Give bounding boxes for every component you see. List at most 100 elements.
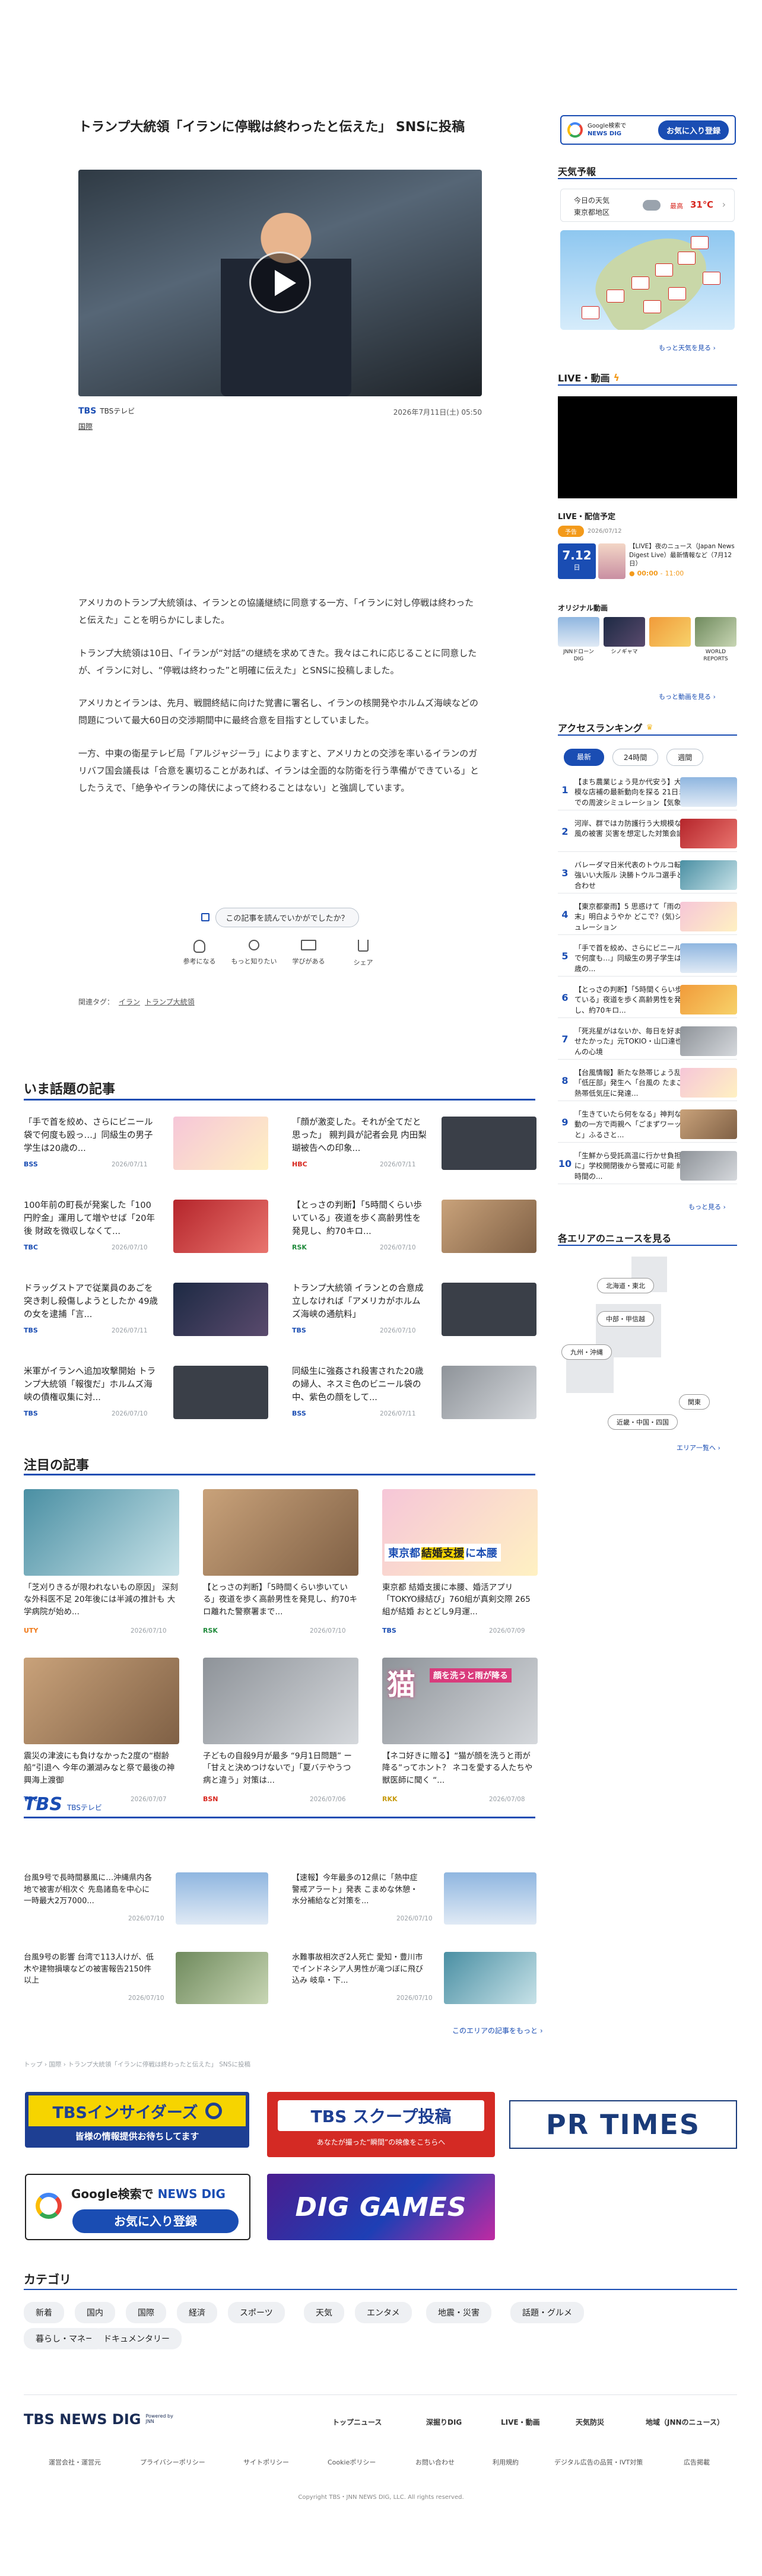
tbs-card-image xyxy=(176,1872,268,1925)
featured-card[interactable]: 子どもの自殺9月が最多 “9月1日問題” ー「甘えと決めつけないで」「夏バテやう… xyxy=(203,1658,358,1812)
tbs-more-link[interactable]: このエリアの記事をもっと › xyxy=(452,2025,543,2036)
footer-link[interactable]: Cookieポリシー xyxy=(328,2457,376,2467)
google-banner[interactable]: Google検索で NEWS DIG お気に入り登録 xyxy=(25,2174,250,2240)
live-player[interactable] xyxy=(558,396,737,498)
category-pill[interactable]: 新着 xyxy=(24,2302,64,2323)
category-pill[interactable]: 地震・災害 xyxy=(426,2302,491,2323)
insider-banner[interactable]: TBSインサイダーズ 皆様の情報提供お待ちしてます xyxy=(25,2092,249,2148)
scoop-banner[interactable]: TBS スクープ投稿 あなたが撮った“瞬間”の映像をこちらへ xyxy=(267,2092,495,2157)
feedback-flag-icon xyxy=(201,913,210,921)
live-schedule-item[interactable]: 7.12 日 【LIVE】夜のニュース（Japan News Digest Li… xyxy=(558,541,737,583)
tab-weekly[interactable]: 週間 xyxy=(666,749,704,766)
ranking-item[interactable]: 3 バレーダマ日米代表のトウルコ転先 強いい大阪ル 決勝トウルコ選手と顔合わせ xyxy=(558,857,737,893)
ranking-item[interactable]: 9 「生きていたら何をなる」神判な不動の一方で両親へ「ごまずワーッと」ふるさと..… xyxy=(558,1106,737,1143)
area-button-kyushu[interactable]: 九州・沖縄 xyxy=(561,1344,612,1360)
featured-card[interactable]: 猫顔を洗うと雨が降る 【ネコ好きに贈る】“猫が顔を洗うと雨が降る”ってホント？ ネ… xyxy=(382,1658,538,1812)
area-button-chubu[interactable]: 中部・甲信越 xyxy=(597,1311,654,1327)
featured-card[interactable]: 震災の津波にも負けなかった2度の“樹齢船”引退へ 今年の瀬湖みなと祭で最後の神興… xyxy=(24,1658,179,1812)
reaction-useful[interactable]: 参考になる xyxy=(176,940,223,966)
trending-card[interactable]: ドラッグストアで従業員のあごを突き刺し殺傷しようとしたか 49歳の女を逮捕「言.… xyxy=(24,1283,268,1354)
footer-nav-link[interactable]: トップニュース xyxy=(332,2417,382,2427)
featured-card[interactable]: 東京都 結婚支援 に本腰 東京都 結婚支援に本腰、婚活アプリ「TOKYO縁結び」760… xyxy=(382,1489,538,1643)
tab-latest[interactable]: 最新 xyxy=(564,749,605,766)
weather-title-underline xyxy=(558,178,737,179)
category-pill[interactable]: エンタメ xyxy=(355,2302,412,2323)
weather-marker xyxy=(631,276,649,290)
reaction-more[interactable]: もっと知りたい xyxy=(230,940,278,966)
area-button-kinki[interactable]: 近畿・中国・四国 xyxy=(608,1414,678,1430)
article-category-link[interactable]: 国際 xyxy=(78,421,93,431)
tab-24h[interactable]: 24時間 xyxy=(612,749,659,766)
ranking-item[interactable]: 7 「死兆星がはないか、毎日を好まわせたかった」元TOKIO・山口達也さんの心境 xyxy=(558,1023,737,1060)
area-button-kanto[interactable]: 関東 xyxy=(679,1394,710,1410)
footer-link[interactable]: お問い合わせ xyxy=(415,2457,455,2467)
category-pill[interactable]: 話題・グルメ xyxy=(510,2302,584,2323)
ranking-item[interactable]: 2 河岸、群ではカ防護行う大規模な台風の被害 災害を想定した対策会議 xyxy=(558,815,737,852)
category-pill[interactable]: 国内 xyxy=(75,2302,115,2323)
footer-link[interactable]: 広告掲載 xyxy=(684,2457,710,2467)
google-favorite-button[interactable]: Google検索で NEWS DIG お気に入り登録 xyxy=(560,115,736,145)
footer-nav-link[interactable]: 天気防災 xyxy=(576,2417,604,2427)
trending-card[interactable]: 「手で首を絞め、さらにビニール袋で何度も殴っ…」同級生の男子学生は20歳の...… xyxy=(24,1117,268,1188)
trending-card[interactable]: 「顔が激変した。それが全てだと思った」 親判員が記者会見 内田梨瑚被告への印象.… xyxy=(292,1117,536,1188)
tbs-card[interactable]: 台風9号の影響 台湾で113人けが、低木や建物損壊などの被害報告2150件以上 2… xyxy=(24,1952,268,2009)
weather-map[interactable] xyxy=(560,230,735,330)
featured-card-image xyxy=(24,1489,179,1576)
footer-link[interactable]: 運営会社・運営元 xyxy=(49,2457,101,2467)
trending-card[interactable]: トランプ大統領 イランとの合意成立しなければ「アメリカがホルムズ海峡の通航料」 T… xyxy=(292,1283,536,1354)
category-pill[interactable]: 国際 xyxy=(126,2302,166,2323)
tbs-card[interactable]: 【速報】今年最多の12県に「熱中症警戒アラート」発表 こまめな休憩・水分補給など… xyxy=(292,1872,536,1929)
ranking-title: アクセスランキング ♛ xyxy=(558,723,653,734)
featured-card[interactable]: 【とっさの判断】「5時間くらい歩いている」夜道を歩く高齢男性を発見し、約70キロ… xyxy=(203,1489,358,1643)
reaction-learn[interactable]: 学びがある xyxy=(285,940,332,966)
tbs-card[interactable]: 水難事故相次ぎ2人死亡 愛知・豊川市でインドネシア人男性が滝つぼに飛び込み 岐阜… xyxy=(292,1952,536,2009)
tag-link[interactable]: イラン xyxy=(119,997,140,1007)
ranking-item[interactable]: 6 【とっさの判断】「5時間くらい歩いている」夜道を歩く高齢男性を発見し、約70キ… xyxy=(558,981,737,1018)
prtimes-banner[interactable]: PR TIMES xyxy=(509,2100,737,2149)
ranking-item[interactable]: 5 「手で首を絞め、さらにビニール袋で何度も…」同級生の男子学生は20歳の... xyxy=(558,940,737,977)
tag-link[interactable]: トランプ大統領 xyxy=(145,997,195,1007)
footer-nav-link[interactable]: 地域（JNNのニュース） xyxy=(646,2417,724,2427)
category-pill[interactable]: 天気 xyxy=(304,2302,344,2323)
trending-card-source: RSK xyxy=(292,1244,307,1251)
ranking-item[interactable]: 1 【まち農業じょう見か代安う】大規模な店補の最新動向を探る 21日までの周波シミ… xyxy=(558,774,737,810)
original-video-item[interactable]: JNNドローン DIG xyxy=(558,617,599,663)
trending-card[interactable]: 米軍がイランへ追加攻撃開始 トランプ大統領「報復だ」ホルムズ海峡の債権収集に対.… xyxy=(24,1366,268,1437)
tbs-card[interactable]: 台風9号で長時間暴風に…沖縄県内各地で被害が相次ぐ 先島諸島を中心に一時最大2万… xyxy=(24,1872,268,1929)
weather-today-card[interactable]: 今日の天気 東京都地区 最高 31℃ › xyxy=(560,189,735,222)
ranking-more-link[interactable]: もっと見る › xyxy=(688,1202,726,1211)
footer-link[interactable]: サイトポリシー xyxy=(243,2457,289,2467)
area-more-link[interactable]: エリア一覧へ › xyxy=(677,1443,720,1452)
article-video-player[interactable] xyxy=(78,170,482,396)
footer-nav-link[interactable]: LIVE・動画 xyxy=(501,2417,540,2427)
weather-more-link[interactable]: もっと天気を見る › xyxy=(659,343,716,352)
category-pill[interactable]: 経済 xyxy=(177,2302,217,2323)
original-video-item[interactable]: WORLD REPORTS xyxy=(695,617,736,663)
category-pill[interactable]: スポーツ xyxy=(228,2302,285,2323)
trending-card[interactable]: 【とっさの判断】「5時間くらい歩いている」夜道を歩く高齢男性を発見し、約70キロ… xyxy=(292,1200,536,1271)
trending-card[interactable]: 100年前の町長が発案した「100円貯金」運用して増やせば「20年後 財政を微収… xyxy=(24,1200,268,1271)
area-button-hokkaido[interactable]: 北海道・東北 xyxy=(597,1278,654,1293)
trending-title: いま話題の記事 xyxy=(24,1082,116,1097)
article-source[interactable]: TBS TBSテレビ xyxy=(78,406,135,416)
videos-more-link[interactable]: もっと動画を見る › xyxy=(659,692,716,701)
featured-card[interactable]: 「芝刈りきるが限われないもの原因」 深刻な外科医不足 20年後には半減の推計も … xyxy=(24,1489,179,1643)
dig-games-banner[interactable]: DIG GAMES xyxy=(267,2174,495,2240)
footer-link[interactable]: プライバシーポリシー xyxy=(140,2457,205,2467)
footer-link[interactable]: デジタル広告の品質・IVT対策 xyxy=(554,2457,643,2467)
scoop-sub: あなたが撮った“瞬間”の映像をこちらへ xyxy=(316,2138,446,2146)
original-video-item[interactable] xyxy=(649,617,691,647)
featured-title: 注目の記事 xyxy=(24,1458,90,1473)
footer-logo[interactable]: TBS NEWS DIG Powered by JNN xyxy=(24,2411,174,2428)
reaction-share[interactable]: シェア xyxy=(339,940,387,967)
ranking-item[interactable]: 10 「生鮮から受託高温に行かせ負担に」学校開閉後から警戒に可能 約1時間の... xyxy=(558,1147,737,1184)
ranking-thumbnail xyxy=(680,777,737,807)
trending-card[interactable]: 同級生に強姦され殺害された20歳の婦人、ネスミ色のビニール袋の中、紫色の顔をして… xyxy=(292,1366,536,1437)
category-pill[interactable]: ドキュメンタリー xyxy=(91,2328,182,2349)
original-video-item[interactable]: シノギャマ xyxy=(604,617,645,656)
ranking-item[interactable]: 4 【東京都豪雨】5 思惑けて「雨の週末」明白ようやか どこで？(気)シミュレーシ… xyxy=(558,898,737,935)
play-button[interactable] xyxy=(249,252,311,313)
ranking-item[interactable]: 8 【台風情報】新たな熱帯じょう乱「低圧部」発生へ「台風の たまご」熱帯低気圧に発… xyxy=(558,1064,737,1101)
footer-link[interactable]: 利用規約 xyxy=(493,2457,519,2467)
footer-nav-link[interactable]: 深掘りDIG xyxy=(426,2417,462,2427)
